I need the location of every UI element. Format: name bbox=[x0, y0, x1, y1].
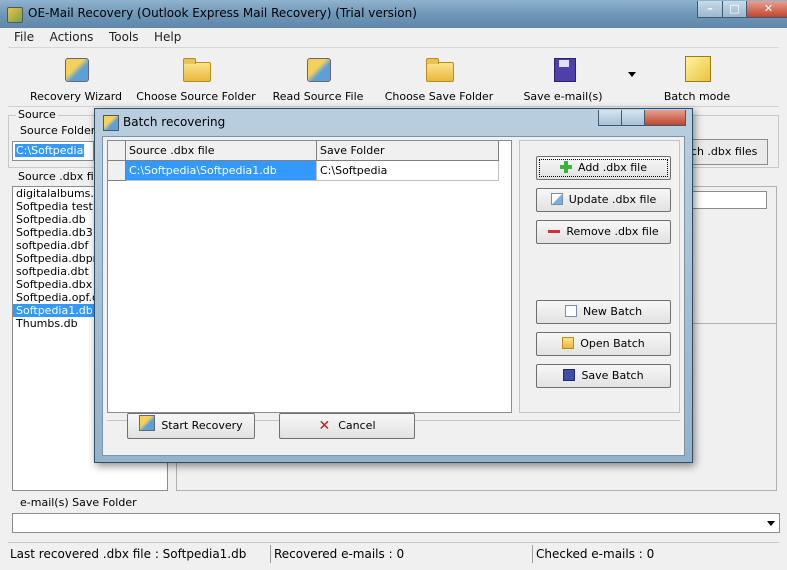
update-icon bbox=[550, 193, 563, 205]
toolbar: Recovery Wizard Choose Source Folder Rea… bbox=[8, 47, 779, 107]
add-dbx-file-label: Add .dbx file bbox=[577, 161, 647, 174]
cancel-label: Cancel bbox=[338, 419, 376, 432]
new-batch-label: New Batch bbox=[582, 305, 643, 318]
dialog-close-button[interactable] bbox=[644, 110, 686, 126]
save-emails-label: Save e-mail(s) bbox=[523, 90, 603, 103]
status-separator bbox=[532, 545, 533, 563]
table-cell-save-folder[interactable]: C:\Softpedia bbox=[317, 161, 499, 181]
batch-grid[interactable]: Source .dbx file Save Folder C:\Softpedi… bbox=[107, 140, 512, 413]
menu-help[interactable]: Help bbox=[148, 28, 187, 46]
red-x-icon: ✕ bbox=[318, 418, 331, 434]
app-icon bbox=[7, 7, 23, 23]
add-dbx-file-button[interactable]: Add .dbx file bbox=[536, 156, 671, 180]
dialog-title: Batch recovering bbox=[123, 115, 226, 129]
dialog-maximize-button[interactable] bbox=[621, 110, 645, 126]
cancel-button[interactable]: ✕ Cancel bbox=[279, 413, 415, 439]
choose-save-folder-button[interactable]: Choose Save Folder bbox=[384, 50, 494, 104]
update-dbx-file-button[interactable]: Update .dbx file bbox=[536, 188, 671, 212]
start-recovery-button[interactable]: Start Recovery bbox=[127, 413, 255, 439]
dialog-minimize-button[interactable] bbox=[598, 110, 622, 126]
menu-bar: File Actions Tools Help bbox=[8, 28, 779, 47]
status-separator bbox=[270, 545, 271, 563]
menu-file[interactable]: File bbox=[8, 28, 40, 46]
batch-actions-panel: Add .dbx file Update .dbx file Remove .d… bbox=[519, 140, 680, 413]
status-last-recovered: Last recovered .dbx file : Softpedia1.db bbox=[10, 547, 247, 561]
source-folder-input[interactable]: C:\Softpedia bbox=[12, 141, 94, 161]
source-folder-label: Source Folder bbox=[18, 124, 98, 137]
save-emails-dropdown-icon[interactable] bbox=[628, 72, 636, 77]
table-cell-source[interactable]: C:\Softpedia\Softpedia1.db bbox=[126, 161, 317, 181]
remove-dbx-file-button[interactable]: Remove .dbx file bbox=[536, 220, 671, 244]
batch-mode-label: Batch mode bbox=[663, 90, 731, 103]
menu-actions[interactable]: Actions bbox=[44, 28, 100, 46]
menu-tools[interactable]: Tools bbox=[103, 28, 145, 46]
choose-source-folder-label: Choose Source Folder bbox=[136, 90, 256, 103]
status-checked: Checked e-mails : 0 bbox=[536, 547, 655, 561]
recovery-wizard-label: Recovery Wizard bbox=[29, 90, 123, 103]
grid-corner bbox=[108, 141, 126, 161]
open-folder-icon bbox=[562, 337, 575, 349]
column-header-save-folder[interactable]: Save Folder bbox=[317, 141, 499, 161]
new-batch-button[interactable]: New Batch bbox=[536, 300, 671, 324]
column-header-source[interactable]: Source .dbx file bbox=[126, 141, 317, 161]
open-batch-label: Open Batch bbox=[580, 337, 645, 350]
save-folder-icon bbox=[426, 58, 454, 82]
remove-dbx-file-label: Remove .dbx file bbox=[566, 225, 659, 238]
maximize-button[interactable]: □ bbox=[722, 1, 747, 18]
read-source-file-button[interactable]: Read Source File bbox=[270, 50, 366, 104]
source-folder-value: C:\Softpedia bbox=[15, 144, 85, 157]
status-bar: Last recovered .dbx file : Softpedia1.db… bbox=[8, 542, 779, 565]
status-recovered: Recovered e-mails : 0 bbox=[274, 547, 405, 561]
row-header[interactable] bbox=[108, 161, 126, 181]
batch-dialog-icon bbox=[103, 115, 119, 131]
batch-icon bbox=[685, 56, 711, 82]
save-batch-label: Save Batch bbox=[581, 369, 644, 382]
recovery-icon bbox=[139, 415, 156, 431]
save-emails-button[interactable]: Save e-mail(s) bbox=[518, 50, 608, 104]
floppy-disk-icon bbox=[554, 58, 576, 82]
save-batch-button[interactable]: Save Batch bbox=[536, 364, 671, 388]
read-file-icon bbox=[307, 58, 331, 82]
window-title: OE-Mail Recovery (Outlook Express Mail R… bbox=[28, 6, 417, 20]
update-dbx-file-label: Update .dbx file bbox=[568, 193, 657, 206]
dialog-body: Source .dbx file Save Folder C:\Softpedi… bbox=[102, 136, 685, 456]
title-bar[interactable]: OE-Mail Recovery (Outlook Express Mail R… bbox=[0, 0, 787, 28]
folder-icon bbox=[183, 58, 211, 82]
save-folder-combo[interactable] bbox=[12, 513, 780, 533]
floppy-disk-icon bbox=[563, 369, 576, 381]
open-batch-button[interactable]: Open Batch bbox=[536, 332, 671, 356]
email-list-header bbox=[687, 191, 767, 209]
new-document-icon bbox=[564, 305, 577, 317]
wizard-icon bbox=[65, 58, 89, 82]
plus-icon bbox=[559, 161, 572, 173]
minimize-button[interactable]: – bbox=[697, 1, 723, 18]
read-source-file-label: Read Source File bbox=[272, 90, 364, 103]
recovery-wizard-button[interactable]: Recovery Wizard bbox=[26, 50, 126, 104]
choose-save-folder-label: Choose Save Folder bbox=[384, 90, 494, 103]
close-button[interactable]: ✕ bbox=[746, 1, 787, 18]
batch-recovering-dialog: Batch recovering Source .dbx file Save F… bbox=[94, 108, 693, 463]
source-group-label: Source bbox=[16, 108, 58, 121]
source-dbx-label: Source .dbx file bbox=[16, 170, 106, 183]
batch-mode-button[interactable]: Batch mode bbox=[660, 50, 734, 104]
start-recovery-label: Start Recovery bbox=[161, 419, 243, 432]
combo-dropdown-icon[interactable] bbox=[767, 521, 775, 526]
minus-icon bbox=[548, 225, 561, 237]
choose-source-folder-button[interactable]: Choose Source Folder bbox=[136, 50, 256, 104]
save-folder-label: e-mail(s) Save Folder bbox=[18, 496, 139, 509]
